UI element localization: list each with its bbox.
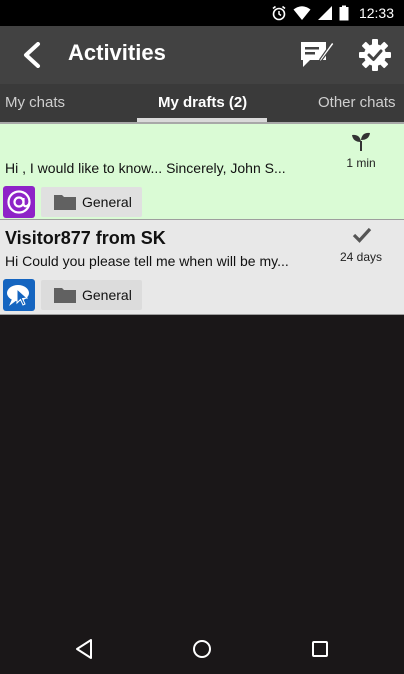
- nav-recent-icon: [312, 641, 328, 657]
- action-bar: Activities: [0, 26, 404, 84]
- navigation-bar: [0, 624, 404, 674]
- tab-my-drafts[interactable]: My drafts (2): [158, 94, 247, 111]
- wifi-icon: [293, 6, 311, 20]
- status-time: 12:33: [358, 5, 394, 21]
- nav-recent-button[interactable]: [309, 638, 331, 660]
- nav-back-icon: [76, 639, 92, 659]
- checkmark-icon: [352, 226, 372, 249]
- item-time: 1 min: [346, 156, 376, 170]
- nav-home-icon: [193, 640, 211, 658]
- folder-label: General: [82, 287, 132, 303]
- nav-back-button[interactable]: [73, 638, 95, 660]
- sprout-icon: [350, 132, 372, 157]
- folder-chip[interactable]: General: [41, 187, 142, 217]
- nav-home-button[interactable]: [191, 638, 213, 660]
- page-title: Activities: [68, 40, 166, 65]
- item-title: Visitor877 from SK: [5, 228, 166, 248]
- item-preview: Hi , I would like to know... Sincerely, …: [5, 160, 286, 176]
- chat-bubble-icon: [7, 285, 29, 306]
- item-preview: Hi Could you please tell me when will be…: [5, 253, 289, 269]
- email-at-icon: [7, 190, 31, 214]
- back-arrow-icon: [24, 42, 40, 68]
- tab-bar: My chats My drafts (2) Other chats: [0, 84, 404, 122]
- folder-label: General: [82, 194, 132, 210]
- settings-gear-icon: [359, 39, 391, 71]
- signal-icon: [317, 6, 332, 20]
- back-button[interactable]: [20, 42, 46, 68]
- screen: 12:33 Activities My chats My drafts (2) …: [0, 0, 404, 674]
- compose-icon: [301, 41, 335, 67]
- folder-icon: [54, 288, 76, 303]
- list-item[interactable]: Visitor877 from SK Hi Could you please t…: [0, 220, 404, 315]
- folder-icon: [54, 195, 76, 210]
- alarm-icon: [272, 5, 286, 21]
- status-bar: 12:33: [0, 0, 404, 26]
- item-time: 24 days: [339, 250, 383, 264]
- tab-my-chats[interactable]: My chats: [5, 94, 65, 111]
- battery-icon: [339, 5, 349, 21]
- drafts-list: Hi , I would like to know... Sincerely, …: [0, 122, 404, 315]
- settings-button[interactable]: [358, 38, 392, 72]
- compose-button[interactable]: [298, 39, 336, 71]
- folder-chip[interactable]: General: [41, 280, 142, 310]
- tab-other-chats[interactable]: Other chats: [318, 94, 396, 111]
- email-channel-badge: [3, 186, 35, 218]
- list-item[interactable]: Hi , I would like to know... Sincerely, …: [0, 122, 404, 220]
- chat-channel-badge: [3, 279, 35, 311]
